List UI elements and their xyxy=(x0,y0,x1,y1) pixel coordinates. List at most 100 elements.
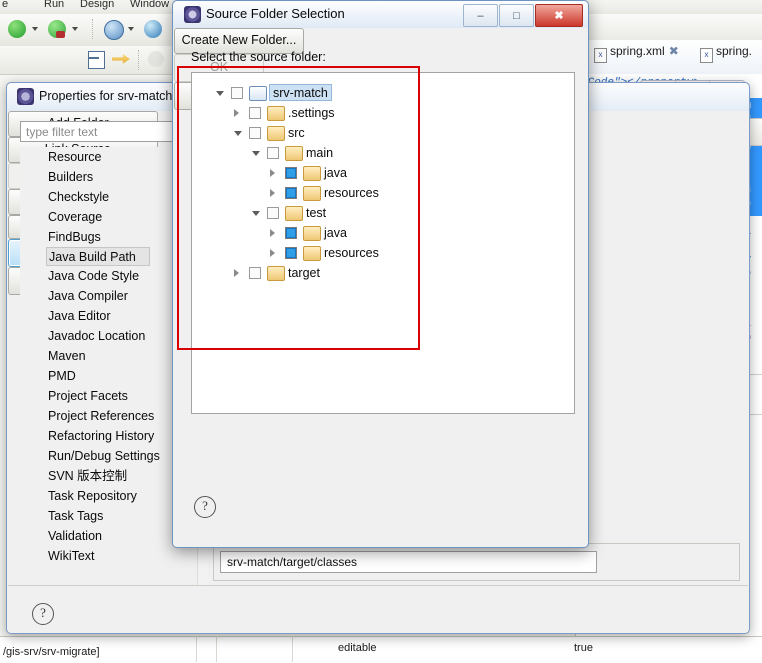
new-dropdown-caret-icon[interactable] xyxy=(128,27,134,31)
view-menu-icon[interactable] xyxy=(148,51,164,67)
tree-label-target[interactable]: target xyxy=(288,263,320,283)
debug-dropdown-caret-icon[interactable] xyxy=(72,27,78,31)
close-icon[interactable]: ✖ xyxy=(669,44,679,58)
menu-item-run[interactable]: Run xyxy=(44,0,64,10)
editor-tab-spring-xml-2[interactable]: x spring. xyxy=(700,44,752,70)
editor-tab-label: spring.xml xyxy=(610,44,665,58)
sidebar-item-run-debug-settings[interactable]: Run/Debug Settings xyxy=(20,446,196,466)
tree-label-main-java[interactable]: java xyxy=(324,163,347,183)
chevron-down-icon-main[interactable] xyxy=(252,151,260,156)
sidebar-item-maven[interactable]: Maven xyxy=(20,346,196,366)
sidebar-item-wikitext[interactable]: WikiText xyxy=(20,546,196,566)
collapse-all-icon[interactable] xyxy=(88,51,105,69)
properties-table xyxy=(0,636,762,663)
sidebar-item-task-tags[interactable]: Task Tags xyxy=(20,506,196,526)
chevron-right-icon-main-java[interactable] xyxy=(270,169,275,177)
sidebar-item-coverage[interactable]: Coverage xyxy=(20,207,196,227)
chevron-down-icon[interactable] xyxy=(216,91,224,96)
tree-label-main[interactable]: main xyxy=(306,143,333,163)
eclipse-properties-icon xyxy=(17,88,34,105)
chevron-right-icon-target[interactable] xyxy=(234,269,239,277)
checkbox-main[interactable] xyxy=(267,147,279,159)
checkbox-main-java[interactable] xyxy=(285,167,297,179)
properties-nav-list[interactable]: Resource Builders Checkstyle Coverage Fi… xyxy=(20,147,196,586)
folder-icon-target xyxy=(267,266,285,281)
menu-item-design[interactable]: Design xyxy=(80,0,114,10)
menu-item-window[interactable]: Window xyxy=(130,0,169,10)
close-button[interactable]: ✖ xyxy=(535,4,583,27)
source-folder-dialog-title: Source Folder Selection xyxy=(206,6,345,21)
source-folder-selection-dialog[interactable]: Source Folder Selection – □ ✖ Select the… xyxy=(172,0,589,548)
toolbar-separator xyxy=(92,19,94,39)
sidebar-item-java-editor[interactable]: Java Editor xyxy=(20,306,196,326)
checkbox-settings[interactable] xyxy=(249,107,261,119)
chevron-down-icon-src[interactable] xyxy=(234,131,242,136)
chevron-right-icon[interactable] xyxy=(234,109,239,117)
tree-label-settings[interactable]: .settings xyxy=(288,103,335,123)
select-source-folder-label: Select the source folder: xyxy=(191,50,326,64)
menu-item-e[interactable]: e xyxy=(2,0,8,10)
folder-tree[interactable]: srv-match .settings src main java resour… xyxy=(191,72,575,414)
sidebar-item-validation[interactable]: Validation xyxy=(20,526,196,546)
tree-label-main-resources[interactable]: resources xyxy=(324,183,379,203)
sidebar-item-refactoring-history[interactable]: Refactoring History xyxy=(20,426,196,446)
minimize-button[interactable]: – xyxy=(463,4,498,27)
checkbox-target[interactable] xyxy=(249,267,261,279)
sidebar-item-checkstyle[interactable]: Checkstyle xyxy=(20,187,196,207)
new-wizard-icon[interactable] xyxy=(104,20,124,40)
sidebar-item-pmd[interactable]: PMD xyxy=(20,366,196,386)
run-dropdown-caret-icon[interactable] xyxy=(32,27,38,31)
xml-file-icon-2: x xyxy=(700,48,713,63)
tree-label-src[interactable]: src xyxy=(288,123,305,143)
folder-icon-main-java xyxy=(303,166,321,181)
folder-icon-test xyxy=(285,206,303,221)
help-icon[interactable]: ? xyxy=(32,603,54,625)
window-buttons[interactable]: – □ ✖ xyxy=(462,4,583,27)
checkbox-srv-match[interactable] xyxy=(231,87,243,99)
sidebar-item-builders[interactable]: Builders xyxy=(20,167,196,187)
folder-icon-main-res xyxy=(303,186,321,201)
sidebar-item-findbugs[interactable]: FindBugs xyxy=(20,227,196,247)
checkbox-src[interactable] xyxy=(249,127,261,139)
tree-label-test-java[interactable]: java xyxy=(324,223,347,243)
sidebar-item-svn[interactable]: SVN 版本控制 xyxy=(20,466,196,486)
workspace-path-label: /gis-srv/srv-migrate] xyxy=(3,646,100,658)
source-folder-dialog-body: Select the source folder: srv-match .set… xyxy=(174,28,587,546)
xml-file-icon: x xyxy=(594,48,607,63)
checkbox-test-java[interactable] xyxy=(285,227,297,239)
run-icon[interactable] xyxy=(8,20,26,38)
folder-icon-src xyxy=(267,126,285,141)
sidebar-item-project-references[interactable]: Project References xyxy=(20,406,196,426)
table-column-divider-1 xyxy=(196,636,197,662)
collapse-dash-icon xyxy=(88,57,99,59)
source-dialog-help-icon[interactable]: ? xyxy=(194,496,216,518)
source-folder-dialog-titlebar[interactable]: Source Folder Selection – □ ✖ xyxy=(173,1,588,28)
sidebar-item-java-build-path[interactable]: Java Build Path xyxy=(46,247,150,266)
folder-icon-main xyxy=(285,146,303,161)
chevron-down-icon-test[interactable] xyxy=(252,211,260,216)
sidebar-item-java-compiler[interactable]: Java Compiler xyxy=(20,286,196,306)
sidebar-item-task-repository[interactable]: Task Repository xyxy=(20,486,196,506)
chevron-right-icon-test-res[interactable] xyxy=(270,249,275,257)
chevron-right-icon-test-java[interactable] xyxy=(270,229,275,237)
checkbox-test-resources[interactable] xyxy=(285,247,297,259)
sidebar-item-project-facets[interactable]: Project Facets xyxy=(20,386,196,406)
checkbox-test[interactable] xyxy=(267,207,279,219)
search-icon[interactable] xyxy=(144,20,162,38)
properties-dialog-title: Properties for srv-match xyxy=(39,89,173,103)
tree-label-srv-match[interactable]: srv-match xyxy=(269,84,332,101)
editor-tab-spring-xml[interactable]: x spring.xml ✖ xyxy=(594,44,679,70)
sidebar-item-javadoc-location[interactable]: Javadoc Location xyxy=(20,326,196,346)
tree-label-test[interactable]: test xyxy=(306,203,326,223)
folder-icon-test-java xyxy=(303,226,321,241)
sidebar-item-java-code-style[interactable]: Java Code Style xyxy=(20,266,196,286)
checkbox-main-resources[interactable] xyxy=(285,187,297,199)
sidebar-item-resource[interactable]: Resource xyxy=(20,147,196,167)
tree-node-srv-match[interactable]: srv-match xyxy=(192,83,574,103)
output-folder-input[interactable]: srv-match/target/classes xyxy=(220,551,597,573)
filter-input[interactable]: type filter text xyxy=(20,121,188,142)
link-with-editor-icon[interactable] xyxy=(112,54,130,64)
chevron-right-icon-main-res[interactable] xyxy=(270,189,275,197)
maximize-button[interactable]: □ xyxy=(499,4,534,27)
tree-label-test-resources[interactable]: resources xyxy=(324,243,379,263)
